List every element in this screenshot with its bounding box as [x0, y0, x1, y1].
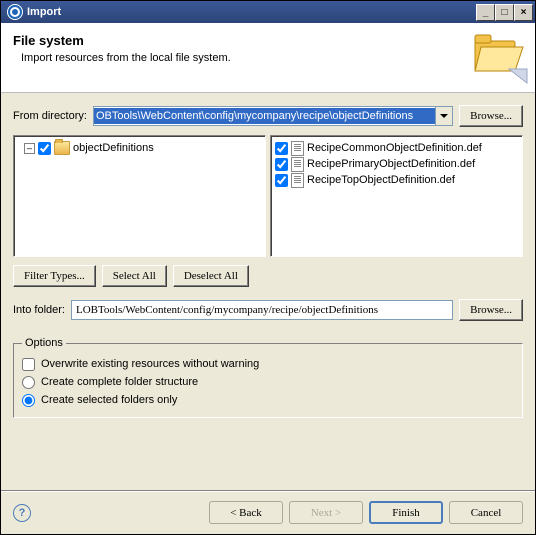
title-bar[interactable]: Import _ □ × [1, 1, 535, 23]
folder-tree-pane[interactable]: – objectDefinitions [13, 135, 266, 257]
tree-item-root[interactable]: – objectDefinitions [24, 140, 261, 156]
file-icon [291, 173, 304, 188]
file-checkbox[interactable] [275, 142, 288, 155]
file-label: RecipeCommonObjectDefinition.def [307, 142, 482, 154]
complete-structure-label: Create complete folder structure [41, 376, 198, 388]
minimize-button[interactable]: _ [476, 4, 495, 21]
collapse-icon[interactable]: – [24, 143, 35, 154]
folder-open-icon [469, 27, 529, 85]
complete-structure-radio[interactable] [22, 376, 35, 389]
from-directory-value: OBTools\WebContent\config\mycompany\reci… [94, 108, 435, 124]
options-group: Options Overwrite existing resources wit… [13, 337, 523, 418]
header-banner: File system Import resources from the lo… [1, 23, 535, 93]
overwrite-checkbox[interactable] [22, 358, 35, 371]
file-item[interactable]: RecipeTopObjectDefinition.def [275, 172, 518, 188]
tree-checkbox-root[interactable] [38, 142, 51, 155]
file-checkbox[interactable] [275, 158, 288, 171]
import-dialog: Import _ □ × File system Import resource… [0, 0, 536, 535]
into-folder-label: Into folder: [13, 304, 65, 316]
overwrite-label: Overwrite existing resources without war… [41, 358, 259, 370]
selected-folders-label: Create selected folders only [41, 394, 177, 406]
page-subtitle: Import resources from the local file sys… [21, 52, 523, 64]
selected-folders-radio[interactable] [22, 394, 35, 407]
into-folder-input[interactable] [71, 300, 453, 320]
file-icon [291, 141, 304, 156]
file-item[interactable]: RecipePrimaryObjectDefinition.def [275, 156, 518, 172]
maximize-button[interactable]: □ [495, 4, 514, 21]
deselect-all-button[interactable]: Deselect All [173, 265, 249, 287]
tree-label-root: objectDefinitions [73, 142, 154, 154]
cancel-button[interactable]: Cancel [449, 501, 523, 524]
file-label: RecipeTopObjectDefinition.def [307, 174, 455, 186]
browse-from-button[interactable]: Browse... [459, 105, 523, 127]
chevron-down-icon[interactable] [435, 107, 452, 125]
file-item[interactable]: RecipeCommonObjectDefinition.def [275, 140, 518, 156]
from-directory-label: From directory: [13, 110, 87, 122]
browse-into-button[interactable]: Browse... [459, 299, 523, 321]
app-icon [7, 4, 23, 20]
page-title: File system [13, 33, 523, 48]
from-directory-combo[interactable]: OBTools\WebContent\config\mycompany\reci… [93, 106, 453, 126]
folder-icon [54, 141, 70, 155]
back-button[interactable]: < Back [209, 501, 283, 524]
help-icon[interactable]: ? [13, 504, 31, 522]
file-icon [291, 157, 304, 172]
file-label: RecipePrimaryObjectDefinition.def [307, 158, 475, 170]
next-button: Next > [289, 501, 363, 524]
close-button[interactable]: × [514, 4, 533, 21]
filter-types-button[interactable]: Filter Types... [13, 265, 96, 287]
file-checkbox[interactable] [275, 174, 288, 187]
options-legend: Options [22, 337, 66, 349]
file-list-pane[interactable]: RecipeCommonObjectDefinition.def RecipeP… [270, 135, 523, 257]
dialog-footer: ? < Back Next > Finish Cancel [1, 490, 535, 534]
finish-button[interactable]: Finish [369, 501, 443, 524]
select-all-button[interactable]: Select All [102, 265, 167, 287]
window-title: Import [27, 6, 476, 18]
